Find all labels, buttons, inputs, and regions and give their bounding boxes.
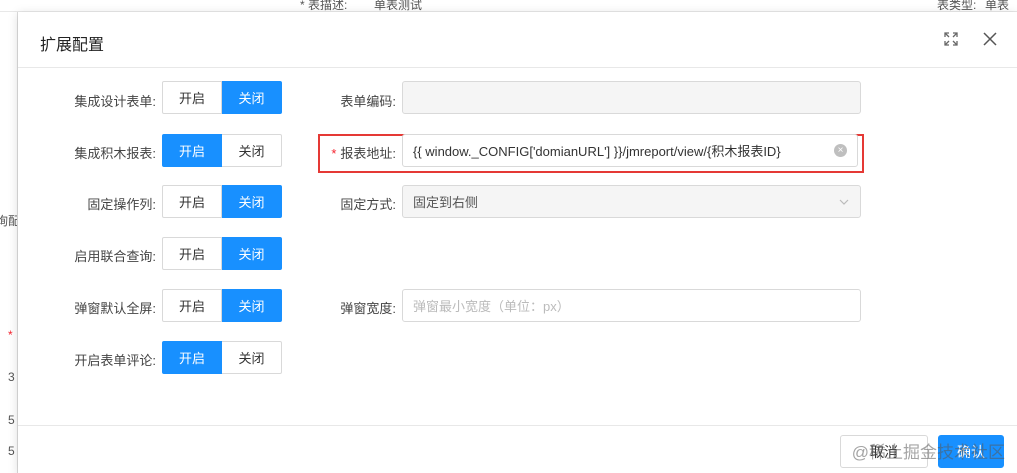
toggle-option-off[interactable]: 关闭 <box>222 289 282 322</box>
popup-width-input[interactable]: 弹窗最小宽度（单位：px） <box>402 289 861 322</box>
expand-icon[interactable] <box>940 28 962 50</box>
fixed-mode-select[interactable]: 固定到右侧 <box>402 185 861 218</box>
field-label-design-form: 集成设计表单: <box>74 94 156 109</box>
form-code-input[interactable] <box>402 81 861 114</box>
bg-fragment: 3 <box>8 370 15 384</box>
toggle-option-off[interactable]: 关闭 <box>222 81 282 114</box>
dialog-header: 扩展配置 <box>18 12 1017 68</box>
dialog-title: 扩展配置 <box>40 37 105 54</box>
toggle-option-on[interactable]: 开启 <box>162 289 222 322</box>
toggle-option-on[interactable]: 开启 <box>162 341 222 374</box>
field-label-form-code: 表单编码: <box>340 94 396 109</box>
bg-fragment: 5 <box>8 444 15 458</box>
toggle-option-off[interactable]: 关闭 <box>222 341 282 374</box>
chevron-down-icon <box>839 199 849 205</box>
bg-fragment: 询配 <box>0 212 17 229</box>
toggle-option-on[interactable]: 开启 <box>162 237 222 270</box>
toggle-option-off[interactable]: 关闭 <box>222 185 282 218</box>
fixed-mode-value: 固定到右侧 <box>413 195 479 210</box>
bg-fragment: 5 <box>8 413 15 427</box>
close-icon[interactable] <box>979 28 1001 50</box>
clear-icon[interactable]: × <box>834 144 847 157</box>
background-left-column: 询配 * 3 5 5 <box>0 12 18 473</box>
report-url-value: {{ window._CONFIG['domianURL'] }}/jmrepo… <box>413 144 781 159</box>
field-label-report-url-text: 报表地址: <box>340 146 396 161</box>
toggle-option-off[interactable]: 关闭 <box>222 134 282 167</box>
bg-fragment: * <box>8 328 13 342</box>
field-label-fixed-action-column: 固定操作列: <box>87 197 156 212</box>
toggle-option-off[interactable]: 关闭 <box>222 237 282 270</box>
field-label-report-url: * 报表地址: <box>298 143 396 162</box>
field-label-form-comment: 开启表单评论: <box>74 353 156 368</box>
toggle-design-form: 开启 关闭 <box>162 81 282 114</box>
field-label-popup-width: 弹窗宽度: <box>340 301 396 316</box>
field-label-jimu-report: 集成积木报表: <box>74 146 156 161</box>
field-label-joint-query: 启用联合查询: <box>74 249 156 264</box>
toggle-joint-query: 开启 关闭 <box>162 237 282 270</box>
background-header: * 表描述: 单表测试 表类型: 单表 <box>0 0 1017 12</box>
watermark: @稀土掘金技术社区 <box>851 443 1005 462</box>
extension-config-dialog: 扩展配置 集成设计表单: 开启 关闭 集成积木报表: 开启 关闭 固定操作列: … <box>18 12 1017 473</box>
toggle-fixed-action-column: 开启 关闭 <box>162 185 282 218</box>
required-mark: * <box>331 146 337 161</box>
field-label-popup-fullscreen: 弹窗默认全屏: <box>74 301 156 316</box>
toggle-jimu-report: 开启 关闭 <box>162 134 282 167</box>
toggle-option-on[interactable]: 开启 <box>162 81 222 114</box>
field-label-fixed-mode: 固定方式: <box>340 197 396 212</box>
toggle-popup-fullscreen: 开启 关闭 <box>162 289 282 322</box>
report-url-input[interactable]: {{ window._CONFIG['domianURL'] }}/jmrepo… <box>402 134 858 167</box>
toggle-option-on[interactable]: 开启 <box>162 185 222 218</box>
toggle-form-comment: 开启 关闭 <box>162 341 282 374</box>
toggle-option-on[interactable]: 开启 <box>162 134 222 167</box>
